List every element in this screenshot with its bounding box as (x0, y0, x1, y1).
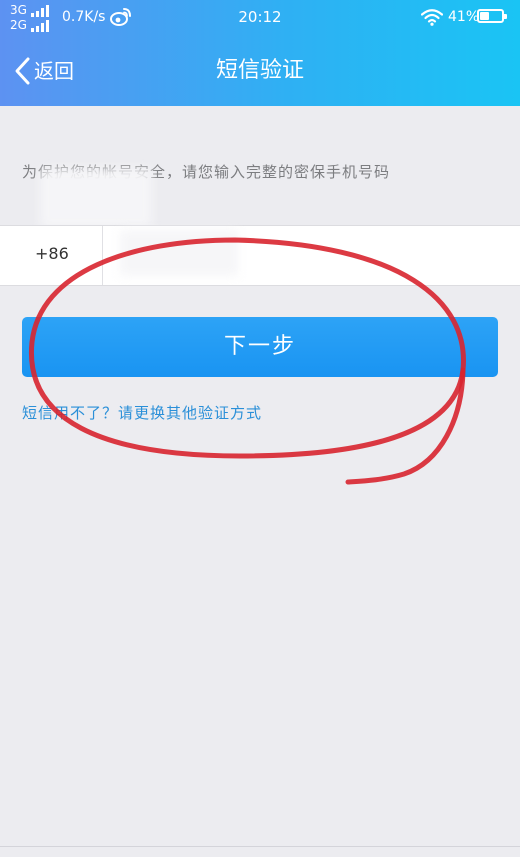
next-step-button[interactable]: 下一步 (22, 317, 498, 377)
battery-level-fill (480, 12, 489, 20)
phone-input-row: +86 (0, 225, 520, 286)
wifi-icon (421, 9, 443, 26)
redaction-blur (120, 230, 238, 276)
app-header: 3G 2G 0.7K/s 20:12 41% 返回 短信验证 (0, 0, 520, 106)
back-button[interactable]: 返回 (10, 52, 100, 92)
country-code[interactable]: +86 (35, 244, 69, 263)
red-annotation-circle (28, 237, 466, 485)
bottom-divider (0, 846, 520, 847)
redaction-blur (40, 168, 152, 228)
battery-icon (477, 9, 507, 23)
battery-percent: 41% (448, 9, 480, 25)
status-bar: 3G 2G 0.7K/s 20:12 41% (0, 0, 520, 36)
back-label: 返回 (34, 59, 74, 83)
alternate-verification-link[interactable]: 短信用不了？请更换其他验证方式 (22, 402, 262, 423)
battery-nub (504, 14, 507, 19)
row-divider (102, 226, 103, 285)
chevron-left-icon (15, 57, 30, 85)
